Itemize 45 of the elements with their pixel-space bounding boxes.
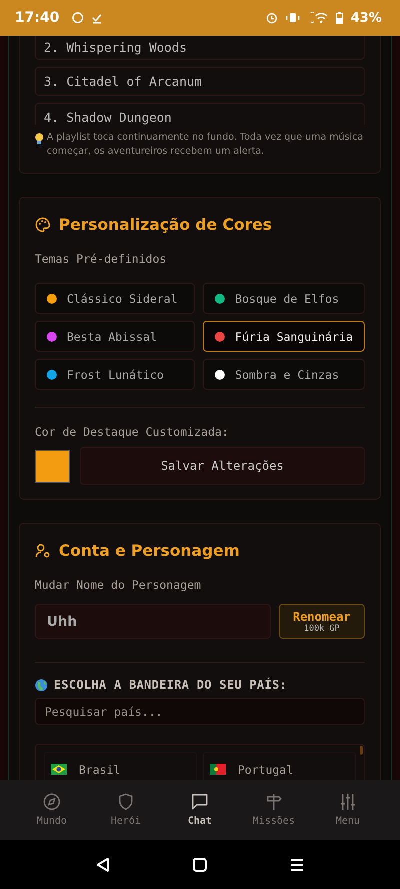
name-input[interactable]: Uhh <box>35 604 271 639</box>
status-time: 17:40 <box>15 10 60 26</box>
custom-color-label: Cor de Destaque Customizada: <box>35 425 230 439</box>
tip-text: A playlist toca continuamente no fundo. Toda vez que uma música começar, os aventureiros recebem um alerta. <box>47 131 364 159</box>
theme-option[interactable]: Besta Abissal <box>35 321 196 352</box>
battery-icon <box>336 12 343 24</box>
playlist-item[interactable]: 2. Whispering Woods <box>35 36 365 60</box>
palette-icon <box>35 217 51 233</box>
flag-icon <box>210 764 226 775</box>
battery-level: 43% <box>350 10 382 26</box>
presets-label: Temas Pré-definidos <box>35 252 168 266</box>
globe-icon <box>35 678 48 692</box>
save-button[interactable]: Salvar Alterações <box>80 447 365 485</box>
flag-label: ESCOLHA A BANDEIRA DO SEU PAÍS: <box>54 678 288 692</box>
playlist-item[interactable]: 3. Citadel of Arcanum <box>35 67 365 96</box>
section-title: Personalização de Cores <box>59 215 272 235</box>
playlist-item[interactable]: 4. Shadow Dungeon <box>35 103 365 125</box>
lightbulb-icon <box>35 133 44 145</box>
nav-tab[interactable]: Missões <box>244 791 304 829</box>
alarm-icon <box>266 12 278 24</box>
flag-icon <box>51 764 67 775</box>
rename-button[interactable]: Renomear 100k GP <box>279 604 365 639</box>
theme-option[interactable]: Bosque de Elfos <box>203 283 365 314</box>
section-title: Conta e Personagem <box>59 541 240 561</box>
vibrate-icon <box>286 13 300 23</box>
theme-option[interactable]: Sombra e Cinzas <box>203 359 365 390</box>
back-icon[interactable] <box>96 856 110 872</box>
color-swatch[interactable] <box>35 450 70 482</box>
theme-option[interactable]: Frost Lunático <box>35 359 196 390</box>
country-search-field[interactable]: Pesquisar país... <box>35 698 365 725</box>
nav-tab[interactable]: Mundo <box>22 791 82 829</box>
nav-tab[interactable]: Herói <box>96 791 156 829</box>
menu-icon[interactable] <box>290 858 304 870</box>
shield-icon <box>117 793 135 811</box>
rename-label: Mudar Nome do Personagem <box>35 578 202 592</box>
home-icon[interactable] <box>192 858 207 872</box>
user-settings-icon <box>35 543 51 559</box>
theme-option[interactable]: Fúria Sanguinária <box>203 321 365 352</box>
download-icon <box>92 12 102 24</box>
compass-icon <box>43 793 61 811</box>
sliders-icon <box>339 793 357 811</box>
theme-option[interactable]: Clássico Sideral <box>35 283 196 314</box>
nav-tab[interactable]: Chat <box>170 791 230 829</box>
signpost-icon <box>265 793 283 811</box>
nav-tab[interactable]: Menu <box>318 791 378 829</box>
